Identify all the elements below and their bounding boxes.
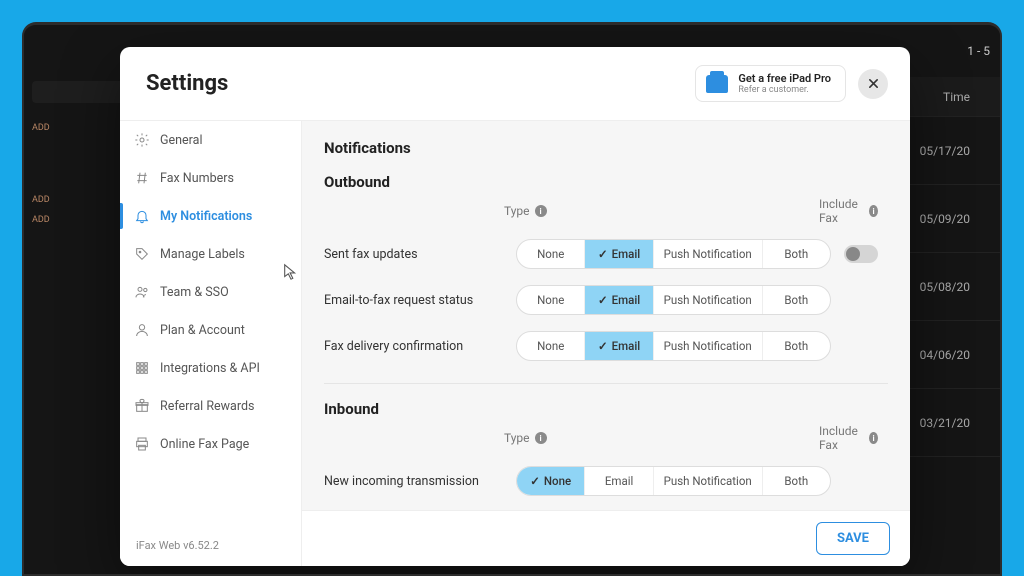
include-fax-toggle[interactable]	[844, 245, 878, 263]
tag-icon	[134, 246, 150, 262]
type-segmented-control[interactable]: ✓None✓Email✓Push Notification✓Both	[516, 285, 831, 315]
sidebar-item-online-fax-page[interactable]: Online Fax Page	[120, 425, 301, 463]
info-icon[interactable]: i	[869, 432, 878, 444]
sidebar-item-referral-rewards[interactable]: Referral Rewards	[120, 387, 301, 425]
type-segmented-control[interactable]: ✓None✓Email✓Push Notification✓Both	[516, 331, 831, 361]
sidebar-item-team-sso[interactable]: Team & SSO	[120, 273, 301, 311]
setting-row: Email-to-fax request status ✓None✓Email✓P…	[324, 277, 888, 323]
section-title-outbound: Outbound	[324, 173, 888, 191]
setting-label: New incoming transmission	[324, 474, 504, 489]
gear-icon	[134, 132, 150, 148]
info-icon[interactable]: i	[535, 432, 547, 444]
sidebar-item-manage-labels[interactable]: Manage Labels	[120, 235, 301, 273]
save-button[interactable]: SAVE	[816, 522, 890, 555]
type-segmented-control[interactable]: ✓None✓Email✓Push Notification✓Both	[516, 466, 831, 496]
setting-row: Sent fax updates ✓None✓Email✓Push Notific…	[324, 231, 888, 277]
sidebar-item-general[interactable]: General	[120, 121, 301, 159]
sidebar-item-label: Online Fax Page	[160, 437, 249, 452]
printer-icon	[134, 436, 150, 452]
seg-option-push-notification[interactable]: ✓Push Notification	[653, 467, 762, 495]
grid-icon	[134, 360, 150, 376]
gift-icon	[134, 398, 150, 414]
seg-option-both[interactable]: ✓Both	[762, 467, 830, 495]
setting-label: Email-to-fax request status	[324, 293, 504, 308]
setting-row: New incoming transmission ✓None✓Email✓Pus…	[324, 458, 888, 504]
sidebar-item-label: Plan & Account	[160, 323, 245, 338]
sidebar-item-label: Fax Numbers	[160, 171, 234, 186]
seg-option-none[interactable]: ✓None	[517, 332, 584, 360]
seg-option-push-notification[interactable]: ✓Push Notification	[653, 240, 762, 268]
setting-row: Fax delivery confirmation ✓None✓Email✓Pus…	[324, 323, 888, 369]
close-button[interactable]	[858, 69, 888, 99]
settings-sidebar: General Fax Numbers My Notifications Man…	[120, 121, 302, 566]
sidebar-item-label: My Notifications	[160, 209, 252, 224]
modal-title: Settings	[146, 71, 228, 96]
column-include-fax: Include Faxi	[819, 197, 888, 225]
hash-icon	[134, 170, 150, 186]
seg-option-none[interactable]: ✓None	[517, 240, 584, 268]
settings-content: Notifications Outbound Typei Include Fax…	[302, 121, 910, 566]
bell-icon	[134, 208, 150, 224]
seg-option-email[interactable]: ✓Email	[584, 240, 652, 268]
users-icon	[134, 284, 150, 300]
section-title-inbound: Inbound	[324, 400, 888, 418]
sidebar-item-label: Referral Rewards	[160, 399, 254, 414]
setting-label: Fax delivery confirmation	[324, 339, 504, 354]
gift-icon	[706, 75, 728, 93]
sidebar-item-label: Manage Labels	[160, 247, 245, 262]
info-icon[interactable]: i	[869, 205, 878, 217]
sidebar-item-integrations-api[interactable]: Integrations & API	[120, 349, 301, 387]
column-type: Typei	[504, 431, 819, 445]
user-icon	[134, 322, 150, 338]
type-segmented-control[interactable]: ✓None✓Email✓Push Notification✓Both	[516, 239, 831, 269]
seg-option-push-notification[interactable]: ✓Push Notification	[653, 286, 762, 314]
sidebar-item-label: Team & SSO	[160, 285, 229, 300]
app-version: iFax Web v6.52.2	[120, 525, 301, 566]
seg-option-push-notification[interactable]: ✓Push Notification	[653, 332, 762, 360]
seg-option-both[interactable]: ✓Both	[762, 332, 830, 360]
promo-subtitle: Refer a customer.	[738, 85, 831, 95]
promo-banner[interactable]: Get a free iPad Pro Refer a customer.	[695, 65, 846, 102]
seg-option-email[interactable]: ✓Email	[584, 467, 652, 495]
seg-option-none[interactable]: ✓None	[517, 467, 584, 495]
column-type: Typei	[504, 204, 819, 218]
sidebar-item-my-notifications[interactable]: My Notifications	[120, 197, 301, 235]
promo-title: Get a free iPad Pro	[738, 72, 831, 85]
sidebar-item-fax-numbers[interactable]: Fax Numbers	[120, 159, 301, 197]
bg-time-header: Time	[943, 90, 970, 104]
seg-option-both[interactable]: ✓Both	[762, 240, 830, 268]
info-icon[interactable]: i	[535, 205, 547, 217]
setting-label: Sent fax updates	[324, 247, 504, 262]
modal-footer: SAVE	[302, 510, 910, 566]
seg-option-none[interactable]: ✓None	[517, 286, 584, 314]
settings-modal: Settings Get a free iPad Pro Refer a cus…	[120, 47, 910, 566]
seg-option-email[interactable]: ✓Email	[584, 286, 652, 314]
divider	[324, 383, 888, 384]
seg-option-email[interactable]: ✓Email	[584, 332, 652, 360]
page-title: Notifications	[324, 139, 888, 157]
column-include-fax: Include Faxi	[819, 424, 888, 452]
sidebar-item-label: General	[160, 133, 203, 148]
sidebar-item-plan-account[interactable]: Plan & Account	[120, 311, 301, 349]
sidebar-item-label: Integrations & API	[160, 361, 260, 376]
bg-count: 1 - 5	[967, 44, 990, 58]
modal-header: Settings Get a free iPad Pro Refer a cus…	[120, 47, 910, 120]
seg-option-both[interactable]: ✓Both	[762, 286, 830, 314]
close-icon	[868, 78, 879, 89]
